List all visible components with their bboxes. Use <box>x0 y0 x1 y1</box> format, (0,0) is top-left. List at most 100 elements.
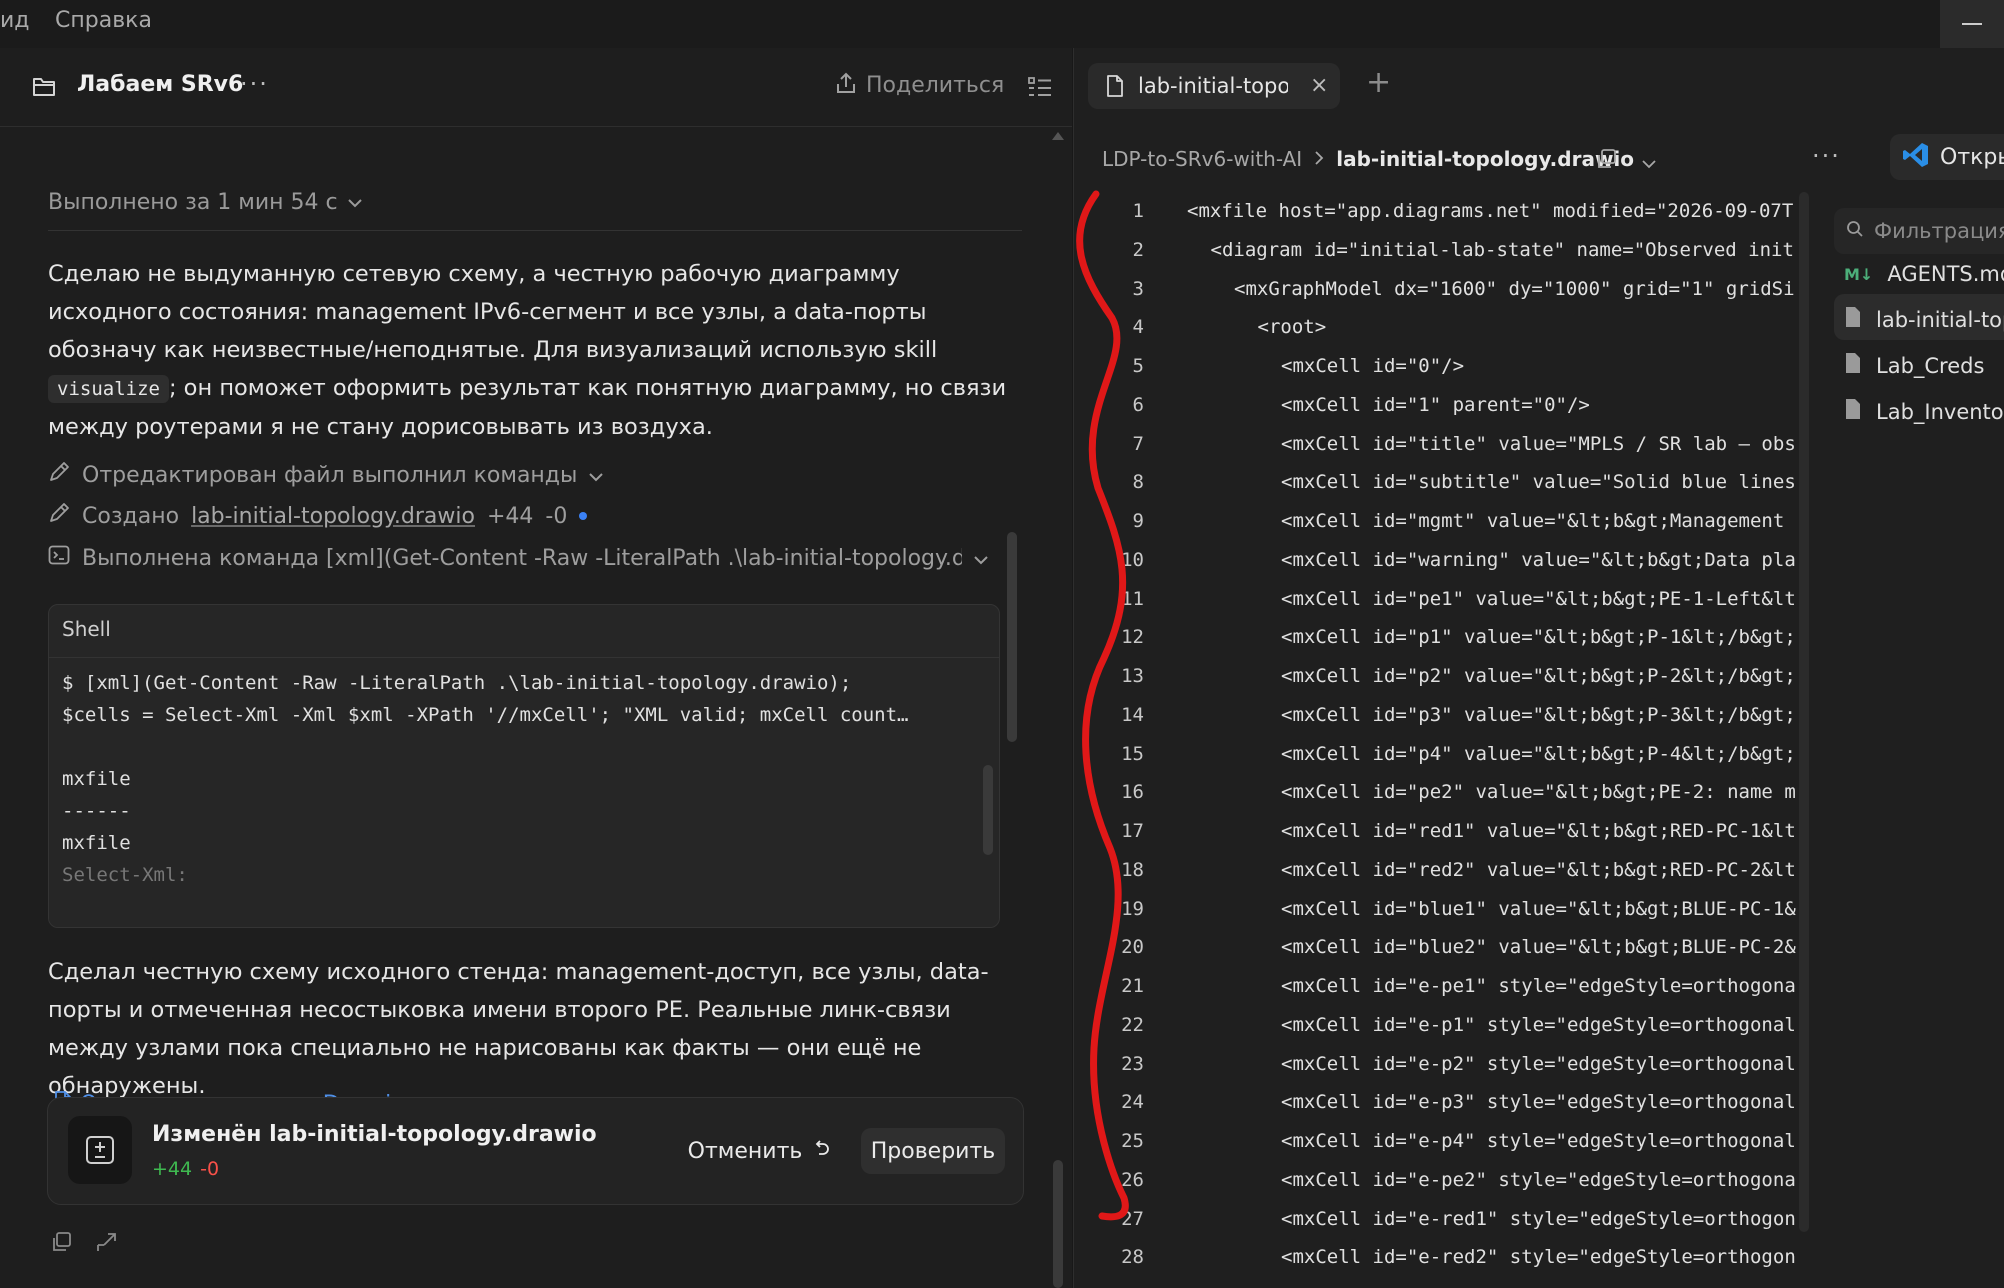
code-line: <mxCell id="p4" value="&lt;b&gt;P-4&lt;/… <box>1281 742 1796 765</box>
file-name: Lab_Creds <box>1876 353 1985 378</box>
shell-line: $ [xml](Get-Content -Raw -LiteralPath .\… <box>62 672 852 694</box>
file-name: AGENTS.md <box>1887 262 2004 286</box>
message-text: ; он поможет оформить результат как поня… <box>48 375 1007 440</box>
code-line: <mxCell id="p3" value="&lt;b&gt;P-3&lt;/… <box>1281 703 1796 726</box>
code-line: <mxCell id="warning" value="&lt;b&gt;Dat… <box>1281 548 1796 571</box>
copy-path-icon[interactable] <box>1594 147 1618 175</box>
code-line: <mxCell id="0"/> <box>1281 355 1465 377</box>
code-line: <diagram id="initial-lab-state" name="Ob… <box>1210 238 1794 261</box>
code-line: <mxCell id="e-red1" style="edgeStyle=ort… <box>1281 1207 1796 1230</box>
editor-pane: lab-initial-topol × + LDP-to-SRv6-with-A… <box>1073 48 2004 1288</box>
markdown-icon: M↓ <box>1844 264 1874 284</box>
filter-placeholder: Фильтрация <box>1874 219 2004 243</box>
message-text: Сделаю не выдуманную сетевую схему, а че… <box>48 261 938 363</box>
window-minimize-button[interactable] <box>1940 0 2004 48</box>
code-editor[interactable]: 1 <mxfile host="app.diagrams.net" modifie… <box>1084 192 1804 1288</box>
card-title: Изменён lab-initial-topology.drawio <box>152 1122 597 1147</box>
code-line: <root> <box>1257 316 1327 339</box>
removed-count: -0 <box>545 503 568 529</box>
file-item-lab-initial-topology[interactable]: lab-initial-top <box>1844 306 2004 333</box>
removed-count: -0 <box>200 1158 220 1180</box>
more-options-icon[interactable]: ··· <box>240 70 269 98</box>
added-count: +44 <box>152 1158 193 1180</box>
action-edited-row[interactable]: Отредактирован файл выполнил команды <box>48 457 604 493</box>
created-file-link[interactable]: lab-initial-topology.drawio <box>191 504 475 529</box>
assistant-message-2: Сделал честную схему исходного стенда: m… <box>48 959 989 1099</box>
card-diff-stats: +44 -0 <box>152 1158 219 1180</box>
pencil-icon <box>48 502 70 530</box>
action-command-row[interactable]: Выполнена команда [xml](Get-Content -Raw… <box>48 540 998 576</box>
code-line: <mxCell id="mgmt" value="&lt;b&gt;Manage… <box>1281 510 1796 532</box>
shell-line: $cells = Select-Xml -Xml $xml -XPath '//… <box>62 704 909 726</box>
chat-scrollbar[interactable] <box>1053 1160 1063 1288</box>
red-annotation-stroke <box>1076 190 1129 1221</box>
action-label: Создано <box>82 503 180 529</box>
code-line: <mxCell id="e-pe1" style="edgeStyle=orth… <box>1281 975 1796 997</box>
file-name: lab-initial-top <box>1876 307 2004 332</box>
scroll-up-icon[interactable] <box>1052 132 1064 140</box>
completed-summary[interactable]: Выполнено за 1 мин 54 с <box>48 190 362 215</box>
code-line: <mxCell id="e-red2" style="edgeStyle=ort… <box>1281 1246 1796 1269</box>
folder-icon <box>32 75 56 101</box>
editor-scrollbar[interactable] <box>1799 192 1809 1232</box>
undo-icon <box>812 1139 830 1164</box>
shell-fade <box>49 887 999 927</box>
breadcrumb-folder[interactable]: LDP-to-SRv6-with-AI <box>1102 147 1302 171</box>
open-in-vscode-button[interactable]: Откры <box>1890 134 2004 180</box>
code-line: <mxCell id="p2" value="&lt;b&gt;P-2&lt;/… <box>1281 665 1796 687</box>
code-line: <mxCell id="red2" value="&lt;b&gt;RED-PC… <box>1281 858 1796 881</box>
chevron-down-icon <box>589 463 604 488</box>
menu-item-view[interactable]: ид <box>0 8 30 33</box>
review-button[interactable]: Проверить <box>861 1128 1005 1174</box>
file-icon <box>1844 352 1862 379</box>
share-button[interactable]: Поделиться <box>836 72 1004 98</box>
menu-item-help[interactable]: Справка <box>55 8 152 33</box>
code-line: <mxCell id="title" value="MPLS / SR lab … <box>1281 432 1796 455</box>
more-options-icon[interactable]: ··· <box>1812 142 1841 170</box>
fork-icon[interactable] <box>95 1231 117 1257</box>
shell-output[interactable]: Shell $ [xml](Get-Content -Raw -LiteralP… <box>48 604 1000 928</box>
code-line: <mxCell id="e-p2" style="edgeStyle=ortho… <box>1281 1052 1796 1075</box>
file-item-agents[interactable]: M↓ AGENTS.md <box>1844 262 2004 286</box>
file-explorer: Фильтрация M↓ AGENTS.md lab-initial-top … <box>1834 192 2004 1288</box>
code-line: <mxCell id="1" parent="0"/> <box>1281 393 1590 416</box>
file-icon <box>1106 75 1124 101</box>
code-line: <mxCell id="e-p4" style="edgeStyle=ortho… <box>1281 1130 1796 1152</box>
divider <box>49 657 999 658</box>
shell-label: Shell <box>62 617 111 641</box>
code-line: <mxCell id="blue1" value="&lt;b&gt;BLUE-… <box>1281 897 1796 920</box>
task-list-icon[interactable] <box>1028 76 1052 102</box>
chevron-down-icon[interactable] <box>1642 154 1656 173</box>
menu-bar: ид Справка <box>0 0 2004 48</box>
share-label: Поделиться <box>866 72 1005 98</box>
review-label: Проверить <box>870 1138 996 1164</box>
action-label: Отредактирован файл выполнил команды <box>82 462 578 488</box>
undo-label: Отменить <box>687 1138 803 1164</box>
file-icon <box>1844 306 1862 333</box>
code-line: <mxCell id="p1" value="&lt;b&gt;P-1&lt;/… <box>1281 626 1796 649</box>
code-line: <mxCell id="e-p1" style="edgeStyle=ortho… <box>1281 1013 1796 1036</box>
add-tab-icon[interactable]: + <box>1366 68 1391 98</box>
shell-scrollbar[interactable] <box>983 765 993 855</box>
completed-label: Выполнено за 1 мин 54 с <box>48 190 338 215</box>
action-label: Выполнена команда [xml](Get-Content -Raw… <box>82 545 962 571</box>
tab-label: lab-initial-topol <box>1138 74 1288 98</box>
code-line: <mxfile host="app.diagrams.net" modified… <box>1187 200 1794 222</box>
close-icon[interactable]: × <box>1310 73 1328 98</box>
file-item-lab-inventory[interactable]: Lab_Inventor <box>1844 398 2004 425</box>
share-icon <box>836 72 856 98</box>
vscode-icon <box>1902 141 1930 173</box>
filter-input[interactable]: Фильтрация <box>1834 208 2004 254</box>
action-created-row: Создано lab-initial-topology.drawio +44 … <box>48 498 588 534</box>
breadcrumb: LDP-to-SRv6-with-AI lab-initial-topology… <box>1102 147 1634 171</box>
actions-scrollbar[interactable] <box>1007 532 1017 742</box>
file-item-lab-creds[interactable]: Lab_Creds <box>1844 352 1984 379</box>
editor-tab[interactable]: lab-initial-topol × <box>1088 63 1340 109</box>
shell-line: Select-Xml: <box>62 864 188 886</box>
file-icon <box>1844 398 1862 425</box>
undo-button[interactable]: Отменить <box>688 1128 830 1174</box>
code-line: <mxCell id="pe2" value="&lt;b&gt;PE-2: n… <box>1281 781 1796 804</box>
shell-line: ------ <box>62 800 131 822</box>
copy-icon[interactable] <box>50 1231 72 1257</box>
breadcrumb-file[interactable]: lab-initial-topology.drawio <box>1336 147 1634 171</box>
